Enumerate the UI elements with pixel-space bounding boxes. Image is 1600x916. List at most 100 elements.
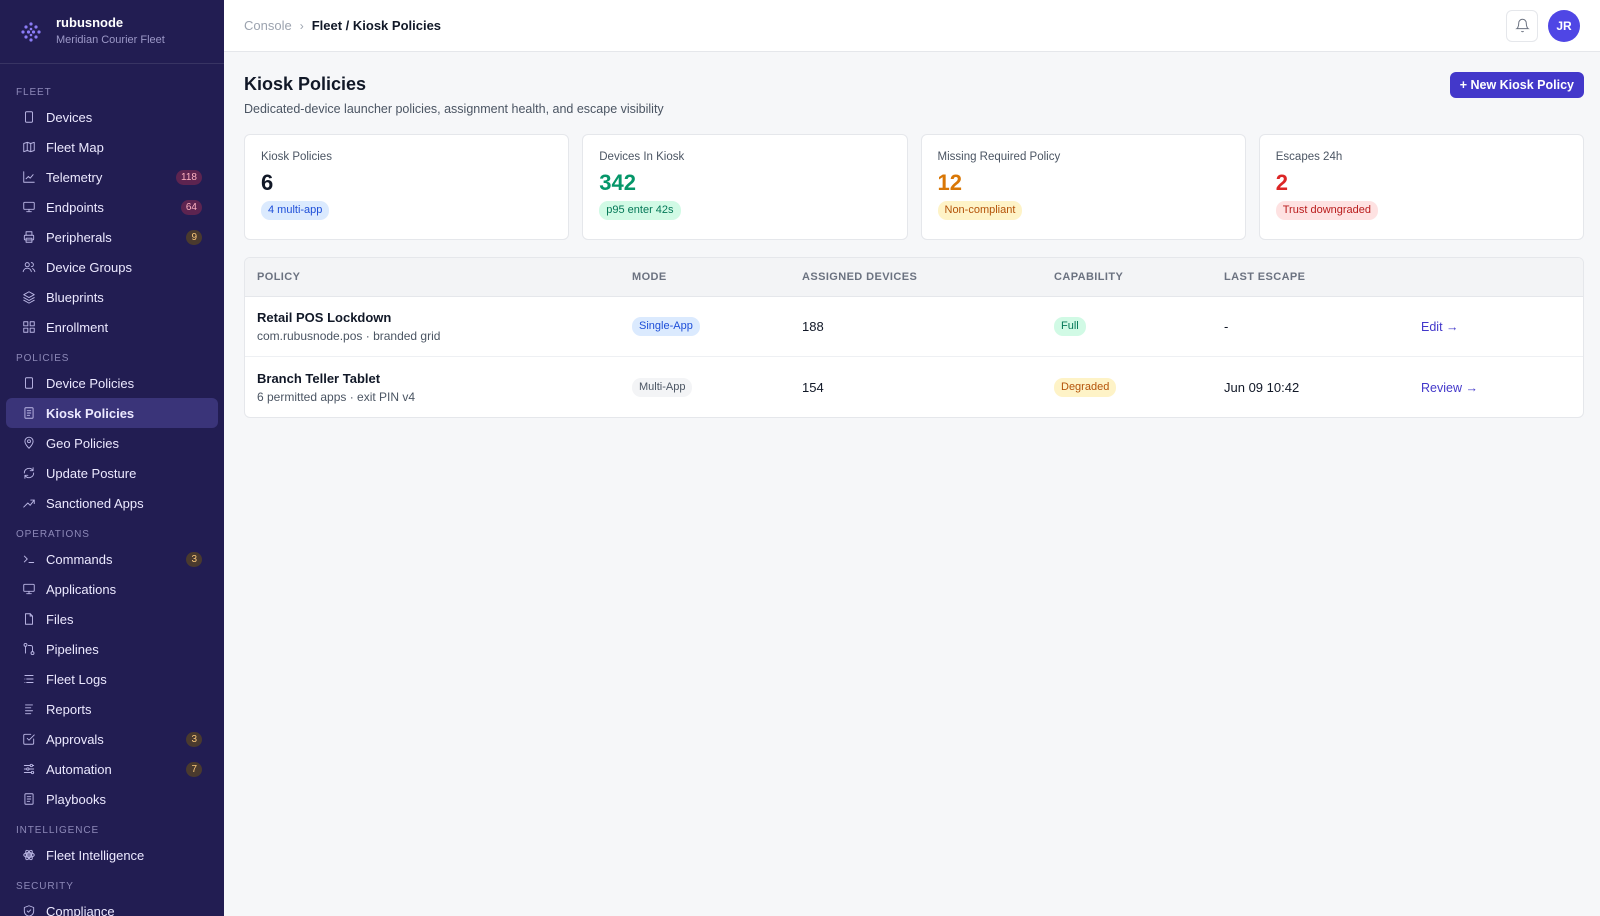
- last-escape: Jun 09 10:42: [1224, 379, 1300, 395]
- chart-icon: [22, 170, 36, 184]
- sidebar-item-label: Kiosk Policies: [46, 405, 135, 421]
- file-icon: [22, 612, 36, 626]
- sidebar-section-security: SECURITY: [16, 881, 74, 892]
- row-action-link[interactable]: Review →: [1421, 381, 1478, 395]
- new-kiosk-policy-button[interactable]: + New Kiosk Policy: [1449, 72, 1584, 98]
- header-mode[interactable]: MODE: [632, 271, 802, 283]
- sidebar-item-reports[interactable]: Reports: [6, 694, 218, 724]
- refresh-icon: [22, 466, 36, 480]
- brand-name: rubusnode: [56, 15, 124, 30]
- sidebar-section-operations: OPERATIONS: [16, 529, 90, 540]
- count-badge: 7: [186, 761, 202, 777]
- stat-pill: 4 multi-app: [261, 201, 330, 220]
- stat-pill: Non-compliant: [937, 201, 1023, 220]
- sidebar-item-label: Fleet Map: [46, 139, 104, 155]
- mode-badge: Multi-App: [632, 377, 693, 397]
- breadcrumb-current: Fleet / Kiosk Policies: [311, 18, 442, 33]
- mode-badge: Single-App: [632, 317, 700, 336]
- sidebar-item-label: Telemetry: [46, 169, 103, 185]
- page-subtitle: Dedicated-device launcher policies, assi…: [244, 102, 664, 116]
- document-icon: [22, 406, 36, 420]
- sidebar-item-fleet-intelligence[interactable]: Fleet Intelligence: [6, 840, 218, 870]
- sidebar-item-kiosk-policies[interactable]: Kiosk Policies: [6, 398, 218, 428]
- sidebar-item-playbooks[interactable]: Playbooks: [6, 784, 218, 814]
- lines-icon: [22, 702, 36, 716]
- sidebar-item-label: Peripherals: [46, 229, 112, 245]
- sidebar-item-label: Endpoints: [46, 199, 104, 215]
- sidebar-item-telemetry[interactable]: Telemetry 118: [6, 162, 218, 192]
- sidebar-item-applications[interactable]: Applications: [6, 574, 218, 604]
- sidebar-item-endpoints[interactable]: Endpoints 64: [6, 192, 218, 222]
- atom-icon: [22, 848, 36, 862]
- count-badge: 118: [176, 169, 202, 185]
- sidebar-item-enrollment[interactable]: Enrollment: [6, 312, 218, 342]
- sidebar-item-label: Update Posture: [46, 465, 137, 481]
- sidebar-item-geo-policies[interactable]: Geo Policies: [6, 428, 218, 458]
- sidebar-item-fleet-logs[interactable]: Fleet Logs: [6, 664, 218, 694]
- stat-value: 2: [1275, 170, 1288, 195]
- header-assigned-devices[interactable]: ASSIGNED DEVICES: [802, 271, 1054, 283]
- sidebar-item-approvals[interactable]: Approvals 3: [6, 724, 218, 754]
- stat-pill: p95 enter 42s: [599, 201, 681, 220]
- policy-description: 6 permitted apps · exit PIN v4: [257, 389, 416, 404]
- sidebar-item-device-groups[interactable]: Device Groups: [6, 252, 218, 282]
- stat-value: 12: [937, 170, 962, 195]
- sidebar-item-blueprints[interactable]: Blueprints: [6, 282, 218, 312]
- policy-name[interactable]: Retail POS Lockdown: [257, 310, 632, 325]
- sidebar-item-label: Compliance: [46, 903, 115, 916]
- avatar[interactable]: JR: [1548, 9, 1580, 42]
- sidebar-item-label: Playbooks: [46, 791, 106, 807]
- header-capability[interactable]: CAPABILITY: [1054, 271, 1224, 283]
- sidebar-item-update-posture[interactable]: Update Posture: [6, 458, 218, 488]
- sidebar: rubusnode Meridian Courier Fleet FLEET De…: [0, 0, 224, 916]
- stat-card-escapes-24h: Escapes 24h 2 Trust downgraded: [1258, 134, 1584, 240]
- capability-badge: Degraded: [1054, 377, 1117, 397]
- monitor-icon: [22, 582, 36, 596]
- sidebar-item-label: Reports: [46, 701, 92, 717]
- assigned-devices: 154: [802, 379, 824, 395]
- policy-description: com.rubusnode.pos · branded grid: [257, 329, 441, 343]
- count-badge: 9: [186, 229, 202, 245]
- table-row[interactable]: Branch Teller Tablet 6 permitted apps · e…: [245, 357, 1583, 417]
- sidebar-item-compliance[interactable]: Compliance: [6, 896, 218, 916]
- sidebar-item-files[interactable]: Files: [6, 604, 218, 634]
- sidebar-item-device-policies[interactable]: Device Policies: [6, 368, 218, 398]
- brand[interactable]: rubusnode Meridian Courier Fleet: [0, 0, 224, 64]
- sidebar-item-label: Geo Policies: [46, 435, 119, 451]
- document-icon: [22, 792, 36, 806]
- sidebar-item-peripherals[interactable]: Peripherals 9: [6, 222, 218, 252]
- breadcrumb-root[interactable]: Console: [244, 18, 292, 33]
- sidebar-item-sanctioned-apps[interactable]: Sanctioned Apps: [6, 488, 218, 518]
- sidebar-nav: FLEET Devices Fleet Map Telemetry 118 Endpoin…: [0, 76, 224, 916]
- sidebar-section-policies: POLICIES: [16, 353, 70, 364]
- sidebar-item-label: Device Policies: [46, 375, 135, 391]
- sidebar-item-label: Blueprints: [46, 289, 104, 305]
- policies-table: POLICY MODE ASSIGNED DEVICES CAPABILITY …: [244, 257, 1584, 418]
- main-content: Kiosk Policies Dedicated-device launcher…: [244, 52, 1584, 418]
- header-last-escape[interactable]: LAST ESCAPE: [1224, 271, 1421, 283]
- header-policy[interactable]: POLICY: [245, 271, 632, 283]
- stat-pill: Trust downgraded: [1275, 201, 1379, 220]
- count-badge: 64: [180, 199, 202, 215]
- table-row[interactable]: Retail POS Lockdown com.rubusnode.pos · b…: [245, 297, 1583, 357]
- monitor-icon: [22, 200, 36, 214]
- sidebar-item-label: Enrollment: [46, 319, 109, 335]
- sidebar-item-pipelines[interactable]: Pipelines: [6, 634, 218, 664]
- sidebar-item-fleet-map[interactable]: Fleet Map: [6, 132, 218, 162]
- sidebar-item-label: Pipelines: [46, 641, 99, 657]
- stat-label: Devices In Kiosk: [599, 151, 685, 163]
- stat-label: Missing Required Policy: [937, 151, 1061, 163]
- sidebar-item-label: Commands: [46, 551, 113, 567]
- sidebar-item-automation[interactable]: Automation 7: [6, 754, 218, 784]
- stat-label: Kiosk Policies: [261, 151, 332, 163]
- sidebar-item-devices[interactable]: Devices: [6, 102, 218, 132]
- row-action-link[interactable]: Edit →: [1421, 320, 1459, 334]
- policy-name[interactable]: Branch Teller Tablet: [257, 371, 632, 386]
- brand-subtitle: Meridian Courier Fleet: [56, 34, 165, 46]
- sidebar-item-commands[interactable]: Commands 3: [6, 544, 218, 574]
- sidebar-item-label: Device Groups: [46, 259, 132, 275]
- notifications-button[interactable]: [1506, 9, 1538, 42]
- stat-value: 6: [261, 170, 274, 195]
- stat-label: Escapes 24h: [1275, 151, 1343, 163]
- stat-card-kiosk-policies: Kiosk Policies 6 4 multi-app: [244, 134, 570, 240]
